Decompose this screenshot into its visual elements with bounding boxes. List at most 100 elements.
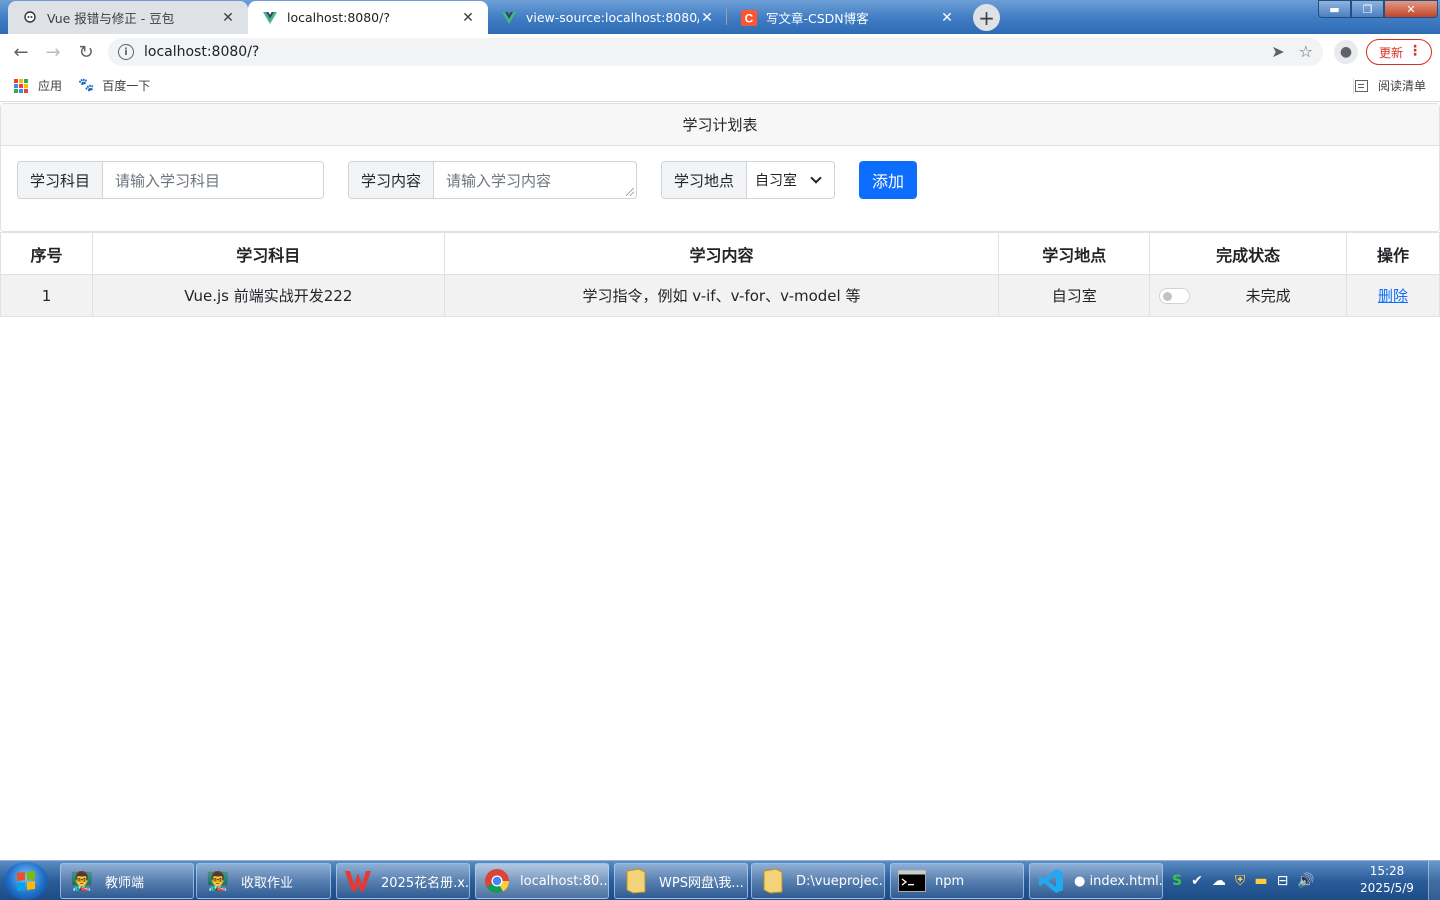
minimize-button[interactable]: ▬ (1318, 0, 1351, 18)
forward-arrow-icon[interactable]: → (39, 38, 67, 66)
column-header-status: 完成状态 (1149, 232, 1348, 275)
chrome-icon (482, 866, 512, 896)
folder-icon (621, 866, 651, 896)
add-button[interactable]: 添加 (859, 161, 918, 199)
vue-icon (501, 10, 517, 26)
row-index: 1 (0, 274, 93, 317)
folder-icon (758, 866, 788, 896)
reading-list-button[interactable]: 阅读清单 (1354, 77, 1426, 94)
tab-localhost[interactable]: localhost:8080/? ✕ (248, 1, 488, 34)
tab-strip: Vue 报错与修正 - 豆包 ✕ localhost:8080/? ✕ view… (0, 0, 1440, 34)
network-icon[interactable]: ⊟ (1277, 873, 1289, 889)
column-header-content: 学习内容 (443, 232, 1000, 275)
row-location: 自习室 (998, 274, 1151, 317)
reading-list-label: 阅读清单 (1377, 79, 1426, 93)
column-header-action: 操作 (1346, 232, 1440, 275)
subject-input[interactable]: 请输入学习科目 (103, 161, 325, 199)
tab-csdn[interactable]: C 写文章-CSDN博客 ✕ (727, 1, 967, 34)
system-tray: S ✔ ☁ ⛨ ▬ ⊟ 🔊 (1172, 861, 1315, 900)
row-subject: Vue.js 前端实战开发222 (91, 274, 445, 317)
taskbar-label: WPS网盘\我... (659, 875, 744, 891)
clock-time: 15:28 (1369, 864, 1405, 878)
vue-icon (262, 10, 278, 26)
system-clock[interactable]: 15:28 2025/5/9 (1352, 863, 1422, 897)
subject-input-group: 学习科目 请输入学习科目 (17, 161, 325, 199)
bookmark-apps[interactable]: 应用 (14, 77, 62, 94)
study-plan-card: 学习计划表 学习科目 请输入学习科目 学习内容 请输入学习内容 学习地点 自习室 (0, 103, 1440, 232)
taskbar-label: 收取作业 (241, 875, 294, 891)
subject-label: 学习科目 (17, 161, 104, 199)
tab-doubao[interactable]: Vue 报错与修正 - 豆包 ✕ (8, 1, 248, 34)
more-menu-icon[interactable]: ⋮ (1408, 43, 1422, 59)
address-bar[interactable]: i localhost:8080/? ➤ ☆ (108, 38, 1323, 66)
vscode-icon (1036, 866, 1066, 896)
update-button[interactable]: 更新 ⋮ (1366, 39, 1432, 65)
maximize-button[interactable]: ❐ (1351, 0, 1384, 18)
page-content: 学习计划表 学习科目 请输入学习科目 学习内容 请输入学习内容 学习地点 自习室 (0, 103, 1440, 860)
bookmark-baidu[interactable]: 🐾 百度一下 (78, 77, 150, 94)
delete-link[interactable]: 删除 (1378, 287, 1408, 305)
content-input-group: 学习内容 请输入学习内容 (348, 161, 638, 199)
close-tab-icon[interactable]: ✕ (699, 10, 715, 26)
status-toggle-switch[interactable] (1159, 288, 1191, 304)
location-select[interactable]: 自习室 (747, 161, 836, 199)
folder-tray-icon[interactable]: ▬ (1254, 873, 1267, 889)
content-placeholder: 请输入学习内容 (446, 171, 552, 190)
checkmark-icon[interactable]: ✔ (1191, 873, 1203, 889)
shield-icon[interactable]: ⛨ (1235, 873, 1246, 889)
url-text: localhost:8080/? (144, 44, 260, 60)
close-tab-icon[interactable]: ✕ (460, 10, 476, 26)
tab-title: localhost:8080/? (287, 10, 390, 25)
taskbar-item-homework[interactable]: 👨‍🏫 收取作业 (196, 863, 331, 899)
terminal-icon (897, 866, 927, 896)
taskbar-item-chrome[interactable]: localhost:80... (475, 863, 609, 899)
column-header-index: 序号 (0, 232, 93, 275)
cloud-icon[interactable]: ☁ (1212, 873, 1226, 889)
tab-title: 写文章-CSDN博客 (766, 11, 869, 26)
csdn-icon: C (741, 9, 757, 26)
resize-handle-icon[interactable] (626, 188, 635, 196)
taskbar-item-wps-drive[interactable]: WPS网盘\我... (614, 863, 748, 899)
taskbar-item-explorer[interactable]: D:\vueprojec... (751, 863, 885, 899)
profile-avatar-icon[interactable]: ● (1334, 40, 1358, 64)
column-header-subject: 学习科目 (91, 232, 445, 275)
content-label: 学习内容 (348, 161, 435, 199)
taskbar-label: ● index.html... (1074, 873, 1162, 889)
show-desktop-button[interactable] (1428, 861, 1440, 900)
bookmark-label: 百度一下 (102, 79, 151, 93)
content-textarea[interactable]: 请输入学习内容 (434, 161, 638, 199)
chevron-down-icon (810, 172, 822, 184)
volume-icon[interactable]: 🔊 (1297, 873, 1314, 889)
back-arrow-icon[interactable]: ← (7, 38, 35, 66)
bookmarks-bar: 应用 🐾 百度一下 阅读清单 (0, 70, 1440, 102)
send-icon[interactable]: ➤ (1271, 42, 1284, 61)
taskbar-item-vscode[interactable]: ● index.html... (1029, 863, 1163, 899)
start-button[interactable] (4, 862, 48, 900)
reload-icon[interactable]: ↻ (72, 38, 100, 66)
sogou-input-icon[interactable]: S (1172, 873, 1182, 889)
status-text: 未完成 (1245, 287, 1291, 305)
table-row: 1 Vue.js 前端实战开发222 学习指令，例如 v-if、v-for、v-… (0, 274, 1440, 317)
taskbar-item-wps-sheet[interactable]: 2025花名册.x... (336, 863, 470, 899)
add-plan-form: 学习科目 请输入学习科目 学习内容 请输入学习内容 学习地点 自习室 添加 (17, 161, 918, 199)
window-close-button[interactable]: ✕ (1384, 0, 1438, 18)
close-tab-icon[interactable]: ✕ (220, 10, 236, 26)
windows-taskbar: 👨‍🏫 教师端 👨‍🏫 收取作业 2025花名册.x... localhost:… (0, 860, 1440, 900)
row-content: 学习指令，例如 v-if、v-for、v-model 等 (443, 274, 1000, 317)
toggle-knob (1163, 292, 1173, 301)
apps-grid-icon (14, 78, 28, 93)
close-tab-icon[interactable]: ✕ (939, 10, 955, 26)
browser-toolbar: ← → ↻ i localhost:8080/? ➤ ☆ ● 更新 ⋮ (0, 34, 1440, 70)
taskbar-label: localhost:80... (520, 873, 608, 889)
bookmarks-divider (1353, 78, 1354, 94)
location-label: 学习地点 (661, 161, 748, 199)
tab-title: Vue 报错与修正 - 豆包 (47, 11, 175, 26)
new-tab-button[interactable]: + (973, 4, 1000, 31)
info-icon[interactable]: i (118, 44, 134, 60)
star-icon[interactable]: ☆ (1299, 42, 1313, 61)
tab-view-source[interactable]: view-source:localhost:8080/? ✕ (487, 1, 727, 34)
bookmark-label: 应用 (38, 79, 63, 93)
windows-logo-icon (17, 871, 35, 891)
taskbar-item-teacher[interactable]: 👨‍🏫 教师端 (60, 863, 194, 899)
taskbar-item-npm[interactable]: npm (890, 863, 1024, 899)
